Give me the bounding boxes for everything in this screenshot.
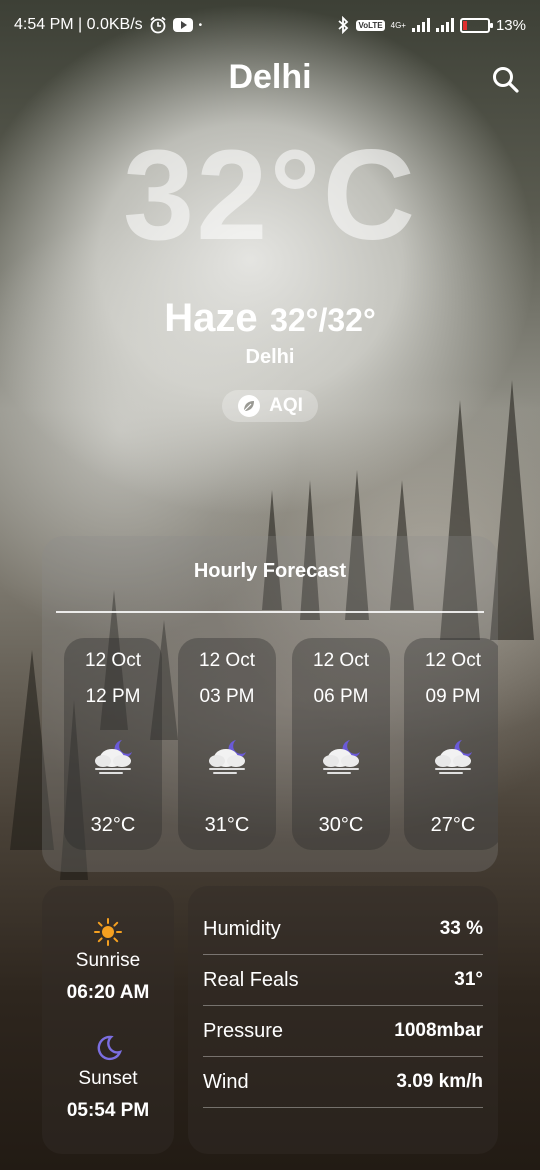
status-time-speed: 4:54 PM | 0.0KB/s bbox=[14, 16, 143, 33]
condition-location: Delhi bbox=[245, 346, 295, 368]
aqi-label: AQI bbox=[269, 395, 303, 416]
detail-label: Wind bbox=[203, 1070, 249, 1093]
search-icon bbox=[493, 67, 519, 93]
leaf-icon bbox=[238, 395, 261, 417]
sunrise-time: 06:20 AM bbox=[66, 982, 150, 1003]
detail-row-pressure: Pressure 1008mbar bbox=[203, 1006, 483, 1057]
night-cloud-icon bbox=[435, 740, 472, 774]
hour-date: 12 Oct bbox=[199, 650, 255, 671]
network-badge: 4G+ bbox=[390, 20, 406, 30]
notification-dot-icon: • bbox=[198, 19, 203, 31]
hour-date: 12 Oct bbox=[425, 650, 481, 671]
hour-temperature: 32°C bbox=[90, 814, 136, 836]
city-title: Delhi bbox=[228, 58, 312, 96]
sunrise-label: Sunrise bbox=[75, 950, 141, 971]
aqi-button[interactable]: AQI bbox=[222, 390, 318, 422]
youtube-icon bbox=[172, 18, 193, 32]
weather-details-card: Humidity 33 % Real Feals 31° Pressure 10… bbox=[188, 886, 498, 1154]
hour-time: 03 PM bbox=[199, 686, 255, 707]
detail-value: 1008mbar bbox=[394, 1020, 483, 1041]
detail-value: 31° bbox=[454, 969, 483, 990]
night-cloud-icon bbox=[209, 740, 246, 774]
hourly-forecast-title: Hourly Forecast bbox=[193, 560, 347, 582]
detail-label: Pressure bbox=[203, 1019, 284, 1042]
hour-date: 12 Oct bbox=[313, 650, 369, 671]
condition-name: Haze bbox=[164, 296, 258, 340]
alarm-icon bbox=[149, 16, 167, 34]
hourly-item[interactable]: 12 Oct 06 PM 30°C bbox=[292, 638, 390, 850]
detail-row-real-feel: Real Feals 31° bbox=[203, 955, 483, 1006]
bluetooth-icon bbox=[336, 16, 350, 34]
hour-time: 06 PM bbox=[313, 686, 369, 707]
sunset-label: Sunset bbox=[78, 1068, 138, 1089]
current-temperature: 32°C bbox=[123, 124, 417, 267]
detail-row-humidity: Humidity 33 % bbox=[203, 904, 483, 955]
hour-temperature: 30°C bbox=[318, 814, 364, 836]
hourly-item[interactable]: 12 Oct 09 PM 27°C bbox=[404, 638, 498, 850]
volte-badge: VoLTE bbox=[356, 19, 385, 31]
signal-strength-icon bbox=[411, 18, 430, 32]
hour-date: 12 Oct bbox=[85, 650, 141, 671]
hourly-item[interactable]: 12 Oct 12 PM 32°C bbox=[64, 638, 162, 850]
hourly-item[interactable]: 12 Oct 03 PM 31°C bbox=[178, 638, 276, 850]
hour-temperature: 31°C bbox=[204, 814, 250, 836]
condition-line: Haze 32°/32° bbox=[0, 296, 540, 341]
detail-label: Humidity bbox=[203, 917, 281, 940]
hour-time: 12 PM bbox=[85, 686, 141, 707]
sunset-time: 05:54 PM bbox=[66, 1100, 150, 1121]
detail-label: Real Feals bbox=[203, 968, 299, 991]
detail-row-wind: Wind 3.09 km/h bbox=[203, 1057, 483, 1108]
temperature-range: 32°/32° bbox=[270, 302, 376, 338]
hour-temperature: 27°C bbox=[430, 814, 476, 836]
search-button[interactable] bbox=[490, 64, 522, 96]
night-cloud-icon bbox=[323, 740, 360, 774]
detail-value: 3.09 km/h bbox=[396, 1071, 483, 1092]
battery-icon bbox=[459, 17, 493, 33]
night-cloud-icon bbox=[95, 740, 132, 774]
sun-times-card: Sunrise 06:20 AM Sunset 05:54 PM bbox=[42, 886, 174, 1154]
sun-icon bbox=[94, 918, 122, 946]
hour-time: 09 PM bbox=[425, 686, 481, 707]
signal-strength-2-icon bbox=[435, 18, 454, 32]
hourly-forecast-card: Hourly Forecast 12 Oct 12 PM 32°C 12 Oct… bbox=[42, 536, 498, 872]
divider bbox=[56, 611, 484, 613]
battery-percent: 13% bbox=[495, 16, 526, 34]
status-bar: 4:54 PM | 0.0KB/s • VoLTE 4G+ 13% bbox=[0, 0, 540, 50]
detail-value: 33 % bbox=[439, 918, 483, 939]
moon-icon bbox=[97, 1035, 122, 1061]
